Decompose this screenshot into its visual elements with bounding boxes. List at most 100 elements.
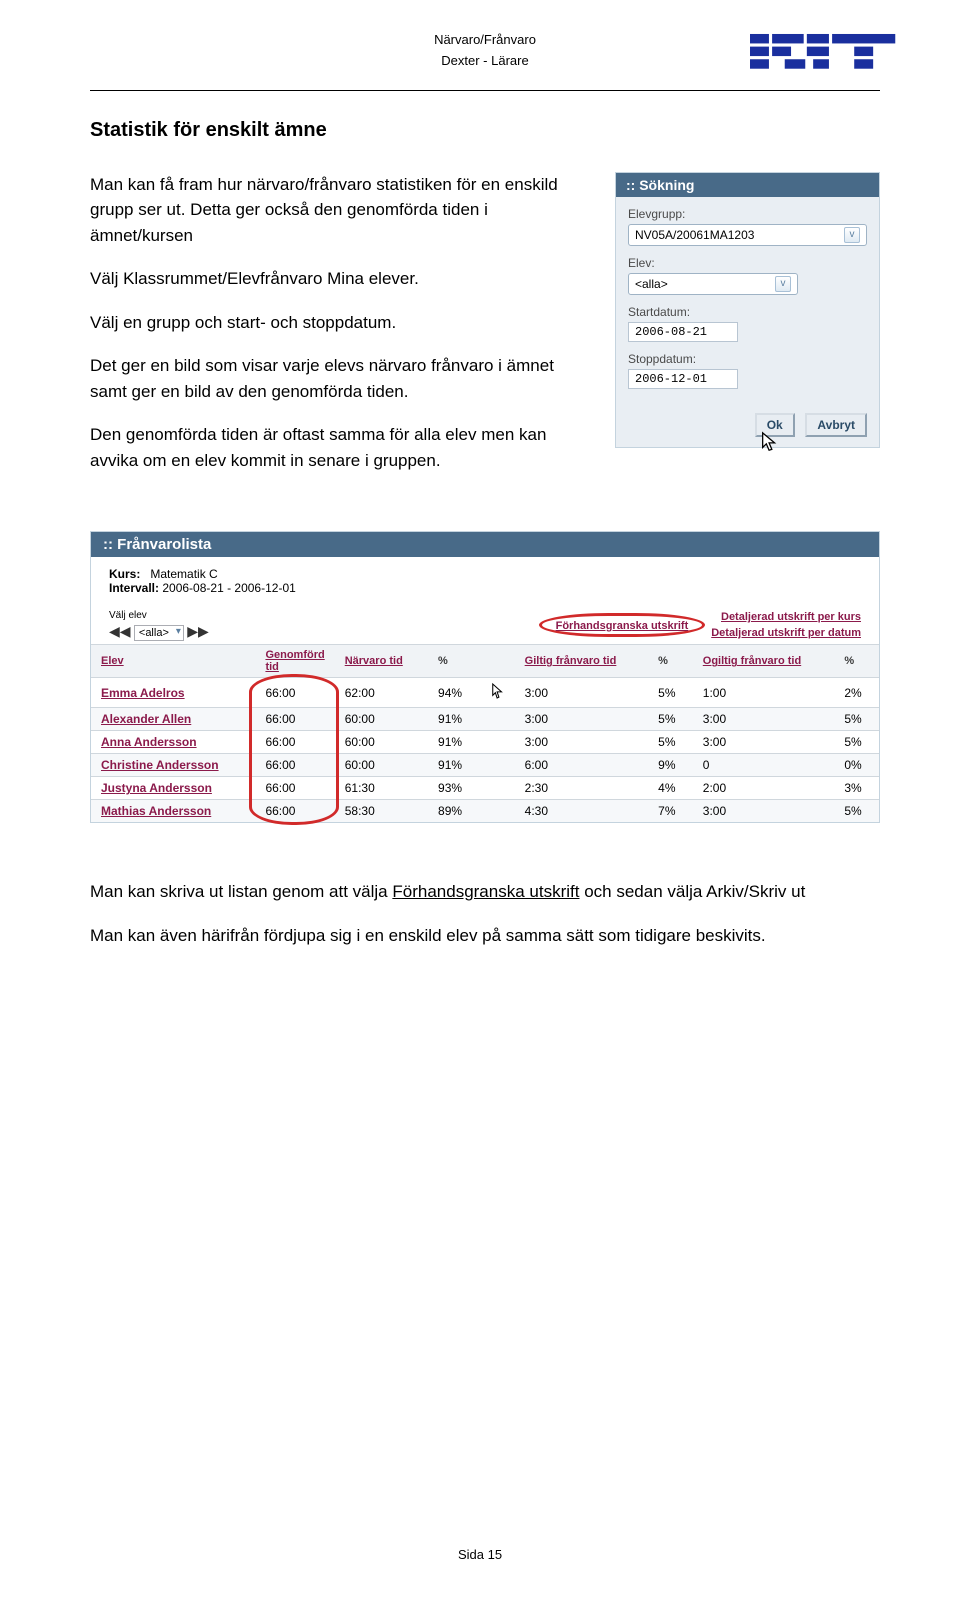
chevron-down-icon[interactable]: v <box>775 276 791 292</box>
elev-select[interactable]: <alla> v <box>628 273 798 295</box>
table-row: Justyna Andersson 66:0061:3093% 2:304%2:00… <box>91 777 879 800</box>
col-elev[interactable]: Elev <box>91 645 255 678</box>
detailed-per-course-link[interactable]: Detaljerad utskrift per kurs <box>721 611 861 623</box>
student-link[interactable]: Mathias Andersson <box>101 804 211 818</box>
chevron-down-icon[interactable]: v <box>844 227 860 243</box>
cell-giltig: 2:30 <box>515 777 649 800</box>
col-pct2: % <box>648 645 693 678</box>
cell-giltig-pct: 5% <box>648 708 693 731</box>
startdatum-input[interactable]: 2006-08-21 <box>628 322 738 342</box>
franvarolista-panel: :: Frånvarolista Kurs: Matematik C Inter… <box>90 531 880 823</box>
ist-logo <box>750 22 900 92</box>
bottom-para-1: Man kan skriva ut listan genom att välja… <box>90 879 880 905</box>
elevgrupp-label: Elevgrupp: <box>628 207 867 221</box>
cell-ogiltig: 3:00 <box>693 800 835 823</box>
cell-genomford: 66:00 <box>255 777 334 800</box>
bottom-para-2: Man kan även härifrån fördjupa sig i en … <box>90 923 880 949</box>
cell-genomford: 66:00 <box>255 678 334 708</box>
cell-narvaro-pct: 93% <box>428 777 481 800</box>
cell-ogiltig-pct: 5% <box>834 731 879 754</box>
body-text: Man kan få fram hur närvaro/frånvaro sta… <box>90 172 585 492</box>
stoppdatum-label: Stoppdatum: <box>628 352 867 366</box>
section-title: Statistik för enskilt ämne <box>90 119 880 142</box>
elev-label: Elev: <box>628 256 867 270</box>
cell-ogiltig-pct: 5% <box>834 800 879 823</box>
cell-genomford: 66:00 <box>255 800 334 823</box>
cell-narvaro: 61:30 <box>335 777 428 800</box>
cell-giltig-pct: 9% <box>648 754 693 777</box>
cell-giltig-pct: 5% <box>648 678 693 708</box>
elevgrupp-select[interactable]: NV05A/20061MA1203 v <box>628 224 867 246</box>
preview-reference: Förhandsgranska utskrift <box>392 882 579 901</box>
student-link[interactable]: Anna Andersson <box>101 735 197 749</box>
cell-ogiltig-pct: 0% <box>834 754 879 777</box>
col-narvaro[interactable]: Närvaro tid <box>335 645 428 678</box>
cell-genomford: 66:00 <box>255 731 334 754</box>
prev-arrow-icon[interactable]: ◀◀ <box>109 623 131 639</box>
cell-narvaro-pct: 94% <box>428 678 481 708</box>
search-panel-title: :: Sökning <box>616 173 879 197</box>
elevgrupp-select-value: NV05A/20061MA1203 <box>635 228 754 242</box>
cell-narvaro: 62:00 <box>335 678 428 708</box>
cell-narvaro-pct: 89% <box>428 800 481 823</box>
page-footer: Sida 15 <box>0 1547 960 1562</box>
cell-giltig-pct: 5% <box>648 731 693 754</box>
cell-ogiltig: 1:00 <box>693 678 835 708</box>
student-link[interactable]: Justyna Andersson <box>101 781 212 795</box>
cell-giltig: 3:00 <box>515 678 649 708</box>
cell-cursor <box>481 777 515 800</box>
student-link[interactable]: Alexander Allen <box>101 712 191 726</box>
cell-cursor <box>481 678 515 708</box>
attendance-table: Elev Genomförd tid Närvaro tid % Giltig … <box>91 644 879 822</box>
cell-narvaro: 60:00 <box>335 708 428 731</box>
col-pct3: % <box>834 645 879 678</box>
preview-print-link[interactable]: Förhandsgranska utskrift <box>556 620 689 632</box>
para-3: Välj en grupp och start- och stoppdatum. <box>90 310 585 336</box>
cell-ogiltig: 2:00 <box>693 777 835 800</box>
stoppdatum-input[interactable]: 2006-12-01 <box>628 369 738 389</box>
table-row: Mathias Andersson66:0058:3089%4:307%3:00… <box>91 800 879 823</box>
intervall-value: 2006-08-21 - 2006-12-01 <box>162 581 295 595</box>
para-4: Det ger en bild som visar varje elevs nä… <box>90 353 585 404</box>
cell-cursor <box>481 731 515 754</box>
cell-narvaro-pct: 91% <box>428 731 481 754</box>
valj-elev-select[interactable]: <alla> <box>134 625 184 641</box>
para-1: Man kan få fram hur närvaro/frånvaro sta… <box>90 172 585 249</box>
cell-cursor <box>481 800 515 823</box>
col-giltig[interactable]: Giltig frånvaro tid <box>515 645 649 678</box>
cell-cursor <box>481 754 515 777</box>
table-row: Emma Adelros66:0062:0094%3:005%1:002% <box>91 678 879 708</box>
franvarolista-title: :: Frånvarolista <box>91 532 879 557</box>
cursor-icon <box>491 682 505 703</box>
cell-ogiltig-pct: 3% <box>834 777 879 800</box>
cell-giltig-pct: 4% <box>648 777 693 800</box>
preview-highlight: Förhandsgranska utskrift <box>539 613 706 637</box>
kurs-value: Matematik C <box>150 567 217 581</box>
table-row: Anna Andersson66:0060:0091%3:005%3:005% <box>91 731 879 754</box>
cell-giltig: 4:30 <box>515 800 649 823</box>
detailed-per-date-link[interactable]: Detaljerad utskrift per datum <box>711 627 861 639</box>
cell-narvaro: 60:00 <box>335 731 428 754</box>
elev-select-value: <alla> <box>635 277 668 291</box>
cancel-button[interactable]: Avbryt <box>805 413 867 437</box>
col-genomford[interactable]: Genomförd tid <box>255 645 334 678</box>
cell-giltig: 6:00 <box>515 754 649 777</box>
search-panel: :: Sökning Elevgrupp: NV05A/20061MA1203 … <box>615 172 880 448</box>
student-link[interactable]: Emma Adelros <box>101 686 185 700</box>
cell-narvaro-pct: 91% <box>428 708 481 731</box>
table-row: Christine Andersson66:0060:0091%6:009%00… <box>91 754 879 777</box>
student-link[interactable]: Christine Andersson <box>101 758 219 772</box>
cell-ogiltig: 3:00 <box>693 731 835 754</box>
cell-giltig-pct: 7% <box>648 800 693 823</box>
kurs-label: Kurs: <box>109 567 140 581</box>
next-arrow-icon[interactable]: ▶▶ <box>187 623 209 639</box>
col-ogiltig[interactable]: Ogiltig frånvaro tid <box>693 645 835 678</box>
cell-genomford: 66:00 <box>255 708 334 731</box>
valj-elev-label: Välj elev <box>109 610 209 621</box>
intervall-label: Intervall: <box>109 581 159 595</box>
para-5: Den genomförda tiden är oftast samma för… <box>90 422 585 473</box>
col-spacer <box>481 645 515 678</box>
cell-genomford: 66:00 <box>255 754 334 777</box>
cell-ogiltig-pct: 5% <box>834 708 879 731</box>
startdatum-label: Startdatum: <box>628 305 867 319</box>
